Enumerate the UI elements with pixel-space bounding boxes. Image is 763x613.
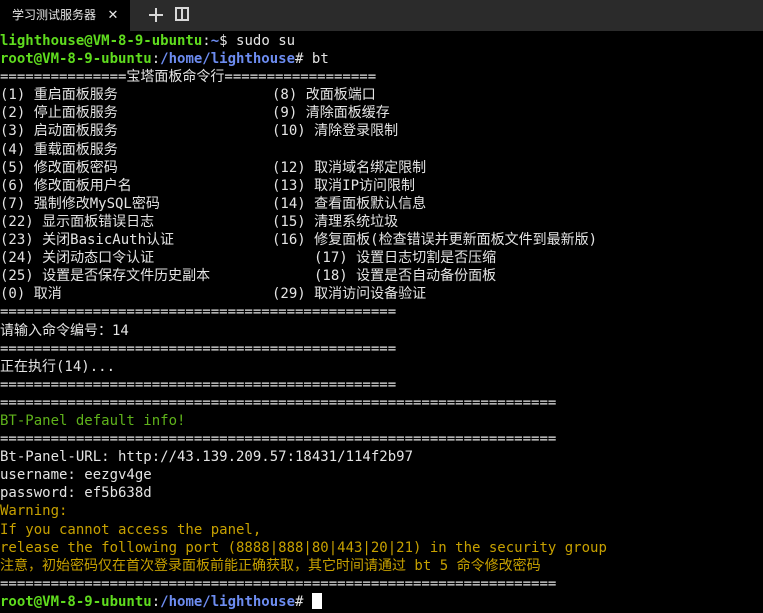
notice-text: 注意，初始密码仅在首次登录面板前能正确获取，其它时间请通过 bt 5 命令修改密…	[0, 557, 541, 574]
separator: ========================================…	[0, 575, 557, 592]
split-pane-icon[interactable]	[175, 7, 189, 21]
menu-item: (29) 取消访问设备验证	[272, 286, 427, 303]
menu-item: (2) 停止面板服务	[0, 105, 118, 122]
menu-row: (6) 修改面板用户名 (13) 取消IP访问限制	[0, 177, 763, 195]
separator: ========================================…	[0, 431, 557, 448]
menu-item: (23) 关闭BasicAuth认证	[0, 232, 175, 249]
tab-bar: 学习测试服务器 ✕	[0, 0, 763, 31]
executing-status: 正在执行(14)...	[0, 358, 116, 375]
menu-row: (25) 设置是否保存文件历史副本 (18) 设置是否自动备份面板	[0, 267, 763, 285]
menu-row: (23) 关闭BasicAuth认证 (16) 修复面板(检查错误并更新面板文件到…	[0, 231, 763, 249]
separator: ========================================…	[0, 394, 557, 411]
menu-item: (1) 重启面板服务	[0, 87, 118, 104]
panel-password: password: ef5b638d	[0, 485, 152, 502]
menu-item: (0) 取消	[0, 286, 62, 303]
menu-row: (2) 停止面板服务 (9) 清除面板缓存	[0, 104, 763, 122]
prompt-line: root@VM-8-9-ubuntu:/home/lighthouse#	[0, 592, 763, 611]
menu-item: (7) 强制修改MySQL密码	[0, 195, 160, 212]
menu-item: (17) 设置日志切割是否压缩	[314, 250, 497, 267]
menu-item: (8) 改面板端口	[272, 87, 376, 104]
menu-item: (18) 设置是否自动备份面板	[314, 268, 497, 285]
menu-item: (12) 取消域名绑定限制	[272, 159, 427, 176]
separator: ========================================…	[0, 376, 397, 393]
add-tab-icon[interactable]	[146, 5, 166, 25]
separator: ========================================…	[0, 340, 397, 357]
menu-row: (22) 显示面板错误日志 (15) 清理系统垃圾	[0, 213, 763, 231]
prompt-line: lighthouse@VM-8-9-ubuntu:~$ sudo su	[0, 33, 296, 49]
menu-item: (14) 查看面板默认信息	[272, 195, 427, 212]
terminal-window: 学习测试服务器 ✕ lighthouse@VM-8-9-ubuntu:~$ su…	[0, 0, 763, 613]
warning-text: If you cannot access the panel,	[0, 521, 262, 538]
menu-item: (6) 修改面板用户名	[0, 177, 132, 194]
menu-item: (10) 清除登录限制	[272, 123, 399, 140]
menu-row: (0) 取消 (29) 取消访问设备验证	[0, 285, 763, 303]
close-icon[interactable]: ✕	[106, 0, 120, 31]
menu-row: (7) 强制修改MySQL密码 (14) 查看面板默认信息	[0, 195, 763, 213]
menu-header: ===============宝塔面板命令行==================	[0, 69, 377, 86]
menu-item: (3) 启动面板服务	[0, 123, 118, 140]
menu-item: (15) 清理系统垃圾	[272, 213, 399, 230]
tab-title: 学习测试服务器	[12, 8, 97, 22]
menu-row: (3) 启动面板服务 (10) 清除登录限制	[0, 122, 763, 140]
menu-item: (24) 关闭动态口令认证	[0, 250, 155, 267]
menu-item: (16) 修复面板(检查错误并更新面板文件到最新版)	[272, 232, 597, 249]
menu-item: (13) 取消IP访问限制	[272, 177, 416, 194]
input-prompt: 请输入命令编号：14	[0, 322, 129, 339]
menu-row: (5) 修改面板密码 (12) 取消域名绑定限制	[0, 159, 763, 177]
panel-username: username: eezgv4ge	[0, 467, 152, 484]
menu-item: (4) 重载面板服务	[0, 141, 118, 158]
info-title: BT-Panel default info!	[0, 412, 186, 429]
terminal-output[interactable]: lighthouse@VM-8-9-ubuntu:~$ sudo su root…	[0, 31, 763, 613]
tab-server[interactable]: 学习测试服务器 ✕	[0, 0, 130, 31]
menu-item: (5) 修改面板密码	[0, 159, 118, 176]
menu-item: (25) 设置是否保存文件历史副本	[0, 268, 211, 285]
menu-row: (1) 重启面板服务 (8) 改面板端口	[0, 86, 763, 104]
warning-text: release the following port (8888|888|80|…	[0, 539, 607, 556]
text-cursor	[311, 592, 322, 609]
menu-row: (4) 重载面板服务	[0, 141, 763, 159]
separator: ========================================…	[0, 304, 397, 321]
menu-item: (22) 显示面板错误日志	[0, 213, 155, 230]
panel-url: Bt-Panel-URL: http://43.139.209.57:18431…	[0, 449, 414, 466]
menu-item: (9) 清除面板缓存	[272, 105, 390, 122]
warning-title: Warning:	[0, 503, 68, 520]
menu-row: (24) 关闭动态口令认证 (17) 设置日志切割是否压缩	[0, 249, 763, 267]
prompt-line: root@VM-8-9-ubuntu:/home/lighthouse# bt	[0, 51, 329, 68]
